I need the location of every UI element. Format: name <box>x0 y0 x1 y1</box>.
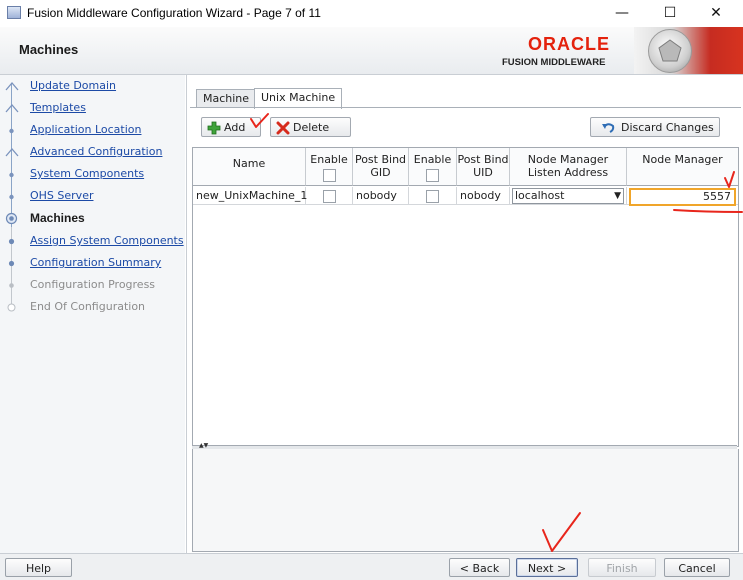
column-header-label: Enable <box>413 153 452 166</box>
step-disabled-icon <box>9 283 14 288</box>
next-button[interactable]: Next > <box>516 558 578 577</box>
column-header-label: Enable <box>310 153 348 166</box>
finish-button: Finish <box>588 558 656 577</box>
cell-post-bind-uid[interactable]: nobody <box>457 187 510 205</box>
nav-step-configuration-summary[interactable]: Configuration Summary <box>0 253 185 273</box>
nav-step-configuration-progress: Configuration Progress <box>0 275 185 295</box>
nav-step-advanced-configuration[interactable]: Advanced Configuration <box>0 142 185 162</box>
wizard-header: Machines ORACLE FUSION MIDDLEWARE <box>0 27 743 75</box>
step-done-icon <box>9 194 14 200</box>
window-titlebar: Fusion Middleware Configuration Wizard -… <box>0 0 743 27</box>
nav-step-label: Advanced Configuration <box>30 145 163 158</box>
maximize-icon[interactable]: ☐ <box>648 2 692 24</box>
step-done-icon <box>9 128 14 134</box>
tab-unix-machine[interactable]: Unix Machine <box>254 88 343 109</box>
cell-post-bind-gid[interactable]: nobody <box>353 187 409 205</box>
column-header-enable-gid[interactable]: Enable <box>306 148 353 186</box>
nav-step-system-components[interactable]: System Components <box>0 164 185 184</box>
delete-button-label: Delete <box>293 121 330 134</box>
step-disabled-icon <box>7 303 16 312</box>
column-header-listen-address[interactable]: Node Manager Listen Address <box>510 148 627 186</box>
tab-divider <box>190 107 741 108</box>
step-pending-icon <box>8 260 15 267</box>
step-done-icon <box>5 104 19 113</box>
cell-enable-uid[interactable] <box>409 187 457 205</box>
nav-step-label: Assign System Components <box>30 234 184 247</box>
discard-changes-button[interactable]: Discard Changes <box>590 117 720 137</box>
add-button-label: Add <box>224 121 246 134</box>
nav-step-end-of-configuration: End Of Configuration <box>0 297 185 317</box>
undo-icon <box>602 123 615 133</box>
nav-step-label: Configuration Summary <box>30 256 162 269</box>
window-title: Fusion Middleware Configuration Wizard -… <box>27 6 321 20</box>
column-header-name[interactable]: Name <box>193 148 306 186</box>
minimize-icon[interactable]: — <box>600 2 644 24</box>
cancel-button[interactable]: Cancel <box>664 558 730 577</box>
cell-node-manager-port[interactable]: 5557 <box>627 187 738 206</box>
delete-button[interactable]: Delete <box>270 117 351 137</box>
main-panel: Machine Unix Machine Add Delete Discard … <box>186 75 743 553</box>
nav-step-label: Application Location <box>30 123 142 136</box>
step-done-icon <box>9 172 14 178</box>
dropdown-arrow-icon: ▼ <box>614 191 621 201</box>
step-current-icon <box>5 212 18 225</box>
wizard-steps-nav: Update Domain Templates Application Loca… <box>0 75 185 553</box>
enable-uid-header-checkbox[interactable] <box>426 169 439 182</box>
plus-icon <box>207 121 221 135</box>
oracle-logo: ORACLE <box>528 34 610 54</box>
step-pending-icon <box>8 238 15 245</box>
nav-step-label: OHS Server <box>30 189 94 202</box>
column-header-node-manager-port[interactable]: Node Manager <box>627 148 738 186</box>
tab-machine[interactable]: Machine <box>196 89 257 108</box>
listen-address-value: localhost <box>515 189 565 202</box>
splitter-arrows-icon[interactable]: ▲▼ <box>199 442 208 449</box>
nav-step-ohs-server[interactable]: OHS Server <box>0 186 185 206</box>
nav-step-label: Configuration Progress <box>30 278 156 291</box>
enable-gid-header-checkbox[interactable] <box>322 169 336 182</box>
nav-step-label: System Components <box>30 167 145 180</box>
help-button[interactable]: Help <box>5 558 72 577</box>
nav-step-application-location[interactable]: Application Location <box>0 120 185 140</box>
delete-x-icon <box>276 121 290 135</box>
nav-step-assign-system-components[interactable]: Assign System Components <box>0 231 185 251</box>
fusion-middleware-label: FUSION MIDDLEWARE <box>502 57 606 68</box>
nav-step-label: Templates <box>30 101 86 114</box>
pentagon-emblem-icon <box>648 29 692 73</box>
nav-step-label: End Of Configuration <box>30 300 146 313</box>
enable-gid-checkbox[interactable] <box>322 189 336 203</box>
cell-enable-gid[interactable] <box>306 187 353 205</box>
cell-name[interactable]: new_UnixMachine_1 <box>193 187 307 205</box>
nav-step-machines[interactable]: Machines <box>0 208 185 228</box>
column-header-enable-uid[interactable]: Enable <box>409 148 457 186</box>
nav-step-update-domain[interactable]: Update Domain <box>0 76 185 96</box>
discard-changes-label: Discard Changes <box>621 121 714 134</box>
step-done-icon <box>5 82 19 91</box>
node-manager-port-input[interactable]: 5557 <box>629 188 736 206</box>
nav-step-label: Machines <box>30 211 85 225</box>
add-button[interactable]: Add <box>201 117 261 137</box>
step-done-icon <box>5 148 19 157</box>
column-header-post-bind-uid[interactable]: Post Bind UID <box>457 148 510 186</box>
enable-uid-checkbox[interactable] <box>426 189 439 203</box>
app-icon <box>7 6 21 19</box>
listen-address-dropdown[interactable]: localhost ▼ <box>512 188 624 204</box>
column-header-post-bind-gid[interactable]: Post Bind GID <box>353 148 409 186</box>
page-title: Machines <box>19 42 79 57</box>
wizard-footer: Help < Back Next > Finish Cancel <box>0 553 743 580</box>
back-button[interactable]: < Back <box>449 558 510 577</box>
nav-step-templates[interactable]: Templates <box>0 98 185 118</box>
nav-step-label: Update Domain <box>30 79 117 92</box>
close-icon[interactable]: ✕ <box>694 2 738 24</box>
cell-listen-address[interactable]: localhost ▼ <box>510 187 627 205</box>
details-pane <box>192 449 739 552</box>
unix-machine-table: Name Enable Post Bind GID Enable Post Bi… <box>192 147 739 447</box>
